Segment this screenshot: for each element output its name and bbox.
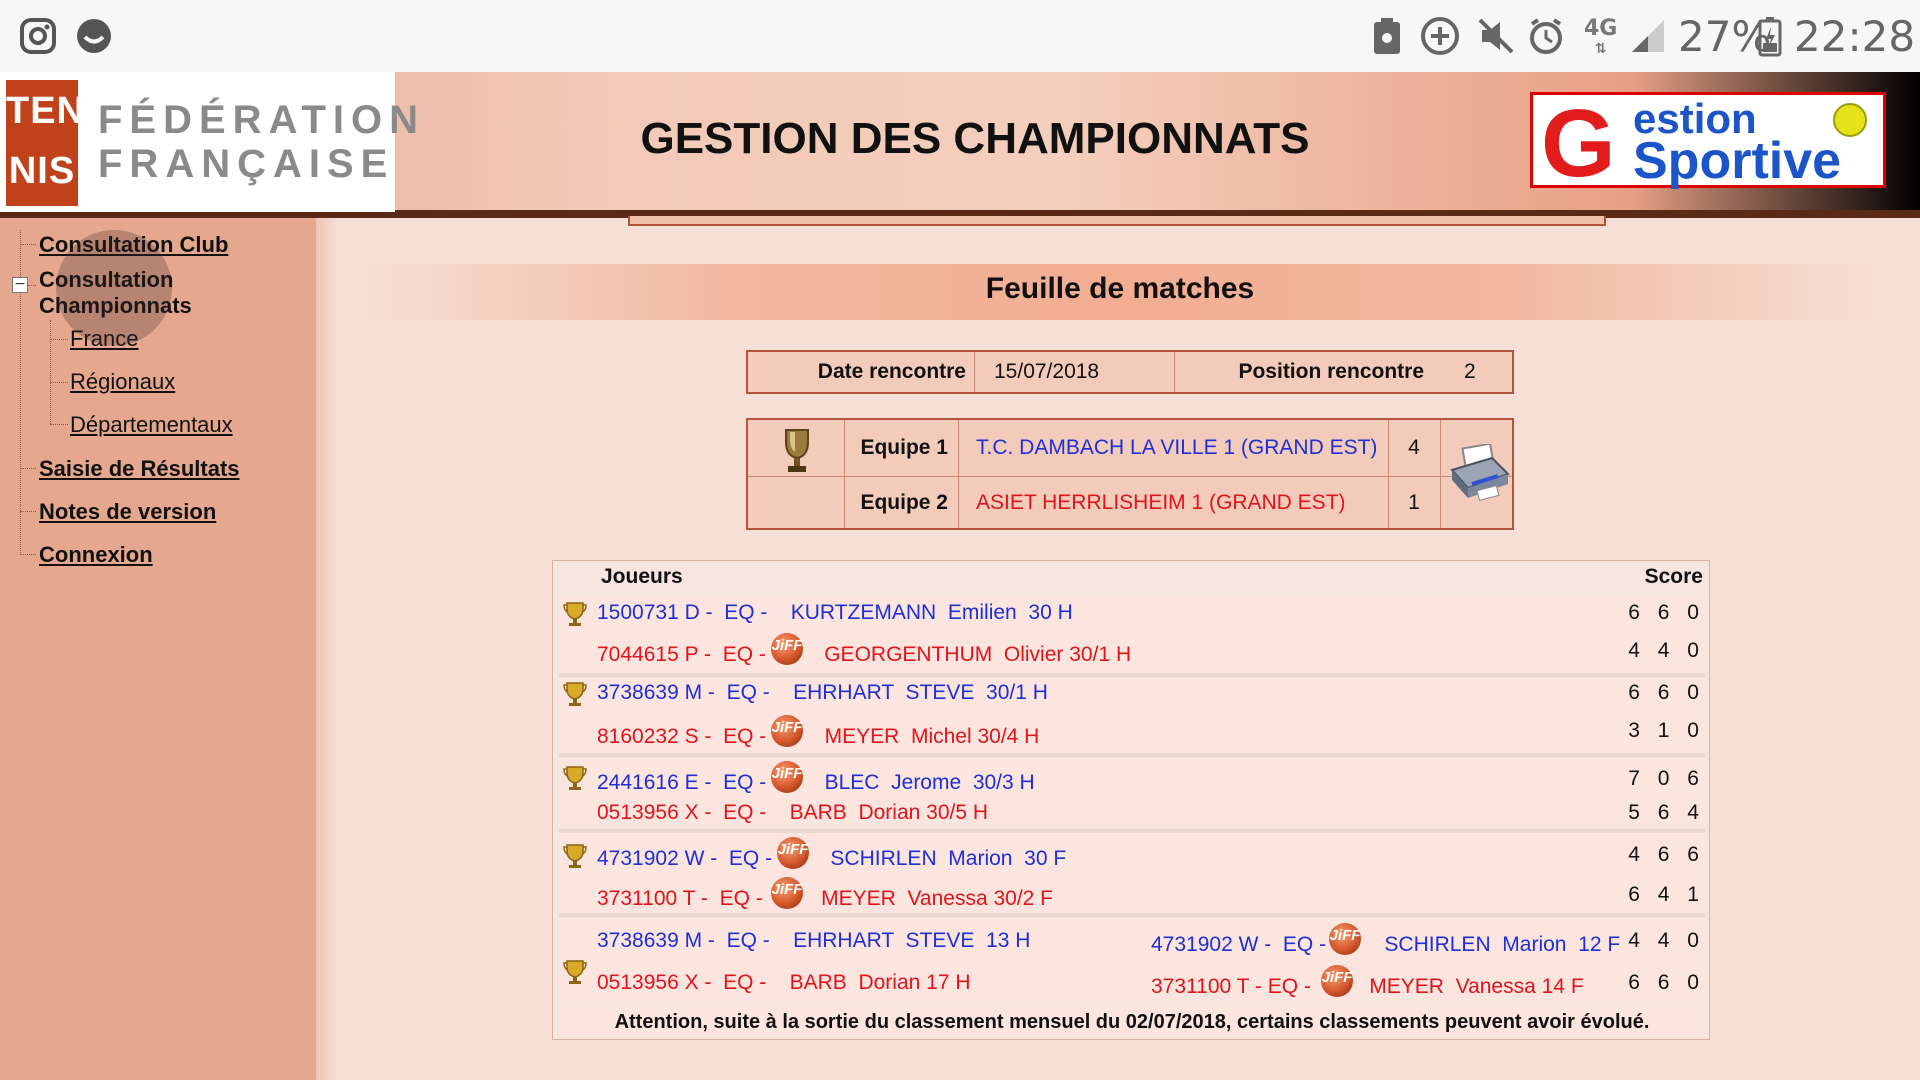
team2-score: 1 [1408, 491, 1420, 514]
team1-name[interactable]: T.C. DAMBACH LA VILLE 1 (GRAND EST) [976, 420, 1396, 476]
trophy-icon [563, 681, 587, 707]
fft-word2: FRANÇAISE [98, 142, 395, 186]
chat-icon [74, 0, 114, 72]
usb-debug-icon [1370, 0, 1404, 72]
tree-branch [50, 339, 68, 340]
match-info-box: Date rencontre 15/07/2018 Position renco… [746, 350, 1514, 394]
sidebar-item-saisie-resultats[interactable]: Saisie de Résultats [39, 456, 240, 482]
tree-branch [20, 468, 36, 469]
trophy-icon [563, 601, 587, 627]
player-score: 4 4 0 [1628, 929, 1705, 952]
section-title: Feuille de matches [985, 272, 1255, 305]
trophy-icon [563, 843, 587, 869]
fft-logo-words: FÉDÉRATION FRANÇAISE [98, 98, 425, 186]
printer-icon[interactable] [1448, 442, 1510, 504]
touch-ripple [56, 230, 172, 346]
players-table: Joueurs Score 1500731 D - EQ - KURTZEMAN… [552, 560, 1710, 1040]
fft-word1: FÉDÉRATION [98, 98, 426, 142]
player-score: 6 4 1 [1628, 883, 1705, 906]
tree-line-sub [50, 320, 51, 424]
tree-branch [20, 244, 36, 245]
date-value: 15/07/2018 [994, 360, 1100, 383]
player-score: 4 4 0 [1628, 639, 1705, 662]
tennis-ball-icon [1833, 103, 1867, 137]
fft-logo-line2: NIS [8, 150, 76, 192]
team1-label: Equipe 1 [860, 436, 948, 459]
tree-branch [50, 424, 68, 425]
team2-name[interactable]: ASIET HERRLISHEIM 1 (GRAND EST) [976, 476, 1396, 530]
player-name[interactable]: 8160232 S - EQ - MEYER Michel 30/4 H [597, 725, 1039, 749]
sidebar-item-regionaux[interactable]: Régionaux [70, 369, 175, 395]
signal-icon [1628, 0, 1668, 72]
player-score: 6 6 0 [1628, 601, 1705, 624]
tree-branch [28, 285, 36, 286]
data-saver-icon [1418, 0, 1462, 72]
players-header: Joueurs [601, 565, 683, 588]
partner-name[interactable]: 3731100 T - EQ - MEYER Vanessa 14 F [1151, 975, 1584, 999]
teams-box: Equipe 1 T.C. DAMBACH LA VILLE 1 (GRAND … [746, 418, 1514, 530]
position-value: 2 [1464, 360, 1476, 383]
collapse-toggle[interactable]: − [12, 277, 28, 293]
network-type: 4G ⇅ [1584, 0, 1617, 72]
sidebar-item-connexion[interactable]: Connexion [39, 542, 153, 568]
fft-logo-mark: TEN NIS [6, 80, 85, 206]
instagram-icon [18, 0, 58, 72]
clock: 22:28 [1794, 0, 1915, 72]
tree-branch [20, 511, 36, 512]
tree-branch [20, 554, 36, 555]
trophy-icon [563, 765, 587, 791]
player-name[interactable]: 2441616 E - EQ - BLEC Jerome 30/3 H [597, 771, 1035, 795]
battery-icon [1758, 0, 1782, 72]
player-name[interactable]: 0513956 X - EQ - BARB Dorian 30/5 H [597, 801, 988, 825]
alarm-icon [1526, 0, 1566, 72]
player-name[interactable]: 1500731 D - EQ - KURTZEMANN Emilien 30 H [597, 601, 1073, 625]
team1-score: 4 [1408, 436, 1420, 459]
player-name[interactable]: 3738639 M - EQ - EHRHART STEVE 30/1 H [597, 681, 1048, 705]
trophy-icon [780, 428, 814, 474]
page-title: GESTION DES CHAMPIONNATS [640, 114, 1310, 163]
fft-logo-line1: TEN [6, 90, 85, 132]
trophy-icon [563, 959, 587, 985]
tree-branch [50, 382, 68, 383]
sidebar-item-notes-version[interactable]: Notes de version [39, 499, 216, 525]
player-name[interactable]: 3738639 M - EQ - EHRHART STEVE 13 H [597, 929, 1030, 953]
score-header: Score [1644, 565, 1703, 588]
position-label: Position rencontre [1238, 360, 1424, 383]
gs-logo-bottom: Sportive [1633, 132, 1842, 190]
mute-icon [1476, 0, 1516, 72]
top-strip [628, 216, 1606, 226]
player-score: 6 6 0 [1628, 971, 1705, 994]
team2-label: Equipe 2 [860, 491, 948, 514]
data-arrows-icon: ⇅ [1594, 40, 1607, 57]
player-score: 4 6 6 [1628, 843, 1705, 866]
gestion-sportive-logo[interactable]: G estion Sportive [1530, 90, 1886, 197]
sidebar-shadow [316, 218, 338, 1080]
player-score: 3 1 0 [1628, 719, 1705, 742]
fft-logo[interactable]: TEN NIS FÉDÉRATION FRANÇAISE [0, 72, 418, 212]
player-name[interactable]: 3731100 T - EQ - MEYER Vanessa 30/2 F [597, 887, 1053, 911]
status-bar: 4G ⇅ 27% 22:28 [0, 0, 1920, 72]
date-label: Date rencontre [817, 360, 966, 383]
partner-name[interactable]: 4731902 W - EQ - SCHIRLEN Marion 12 F [1151, 933, 1620, 957]
player-score: 6 6 0 [1628, 681, 1705, 704]
divider [958, 420, 959, 528]
sidebar [0, 218, 316, 1080]
clock-text: 22:28 [1794, 11, 1916, 61]
divider [974, 352, 975, 392]
divider [1440, 420, 1441, 528]
ranking-notice: Attention, suite à la sortie du classeme… [614, 1011, 1650, 1033]
network-label: 4G [1584, 15, 1618, 41]
player-name[interactable]: 7044615 P - EQ - GEORGENTHUM Olivier 30/… [597, 643, 1131, 667]
player-score: 5 6 4 [1628, 801, 1705, 824]
gs-logo-g: G [1541, 90, 1616, 197]
player-score: 7 0 6 [1628, 767, 1705, 790]
sidebar-item-departementaux[interactable]: Départementaux [70, 412, 233, 438]
player-name[interactable]: 0513956 X - EQ - BARB Dorian 17 H [597, 971, 971, 995]
player-name[interactable]: 4731902 W - EQ - SCHIRLEN Marion 30 F [597, 847, 1066, 871]
